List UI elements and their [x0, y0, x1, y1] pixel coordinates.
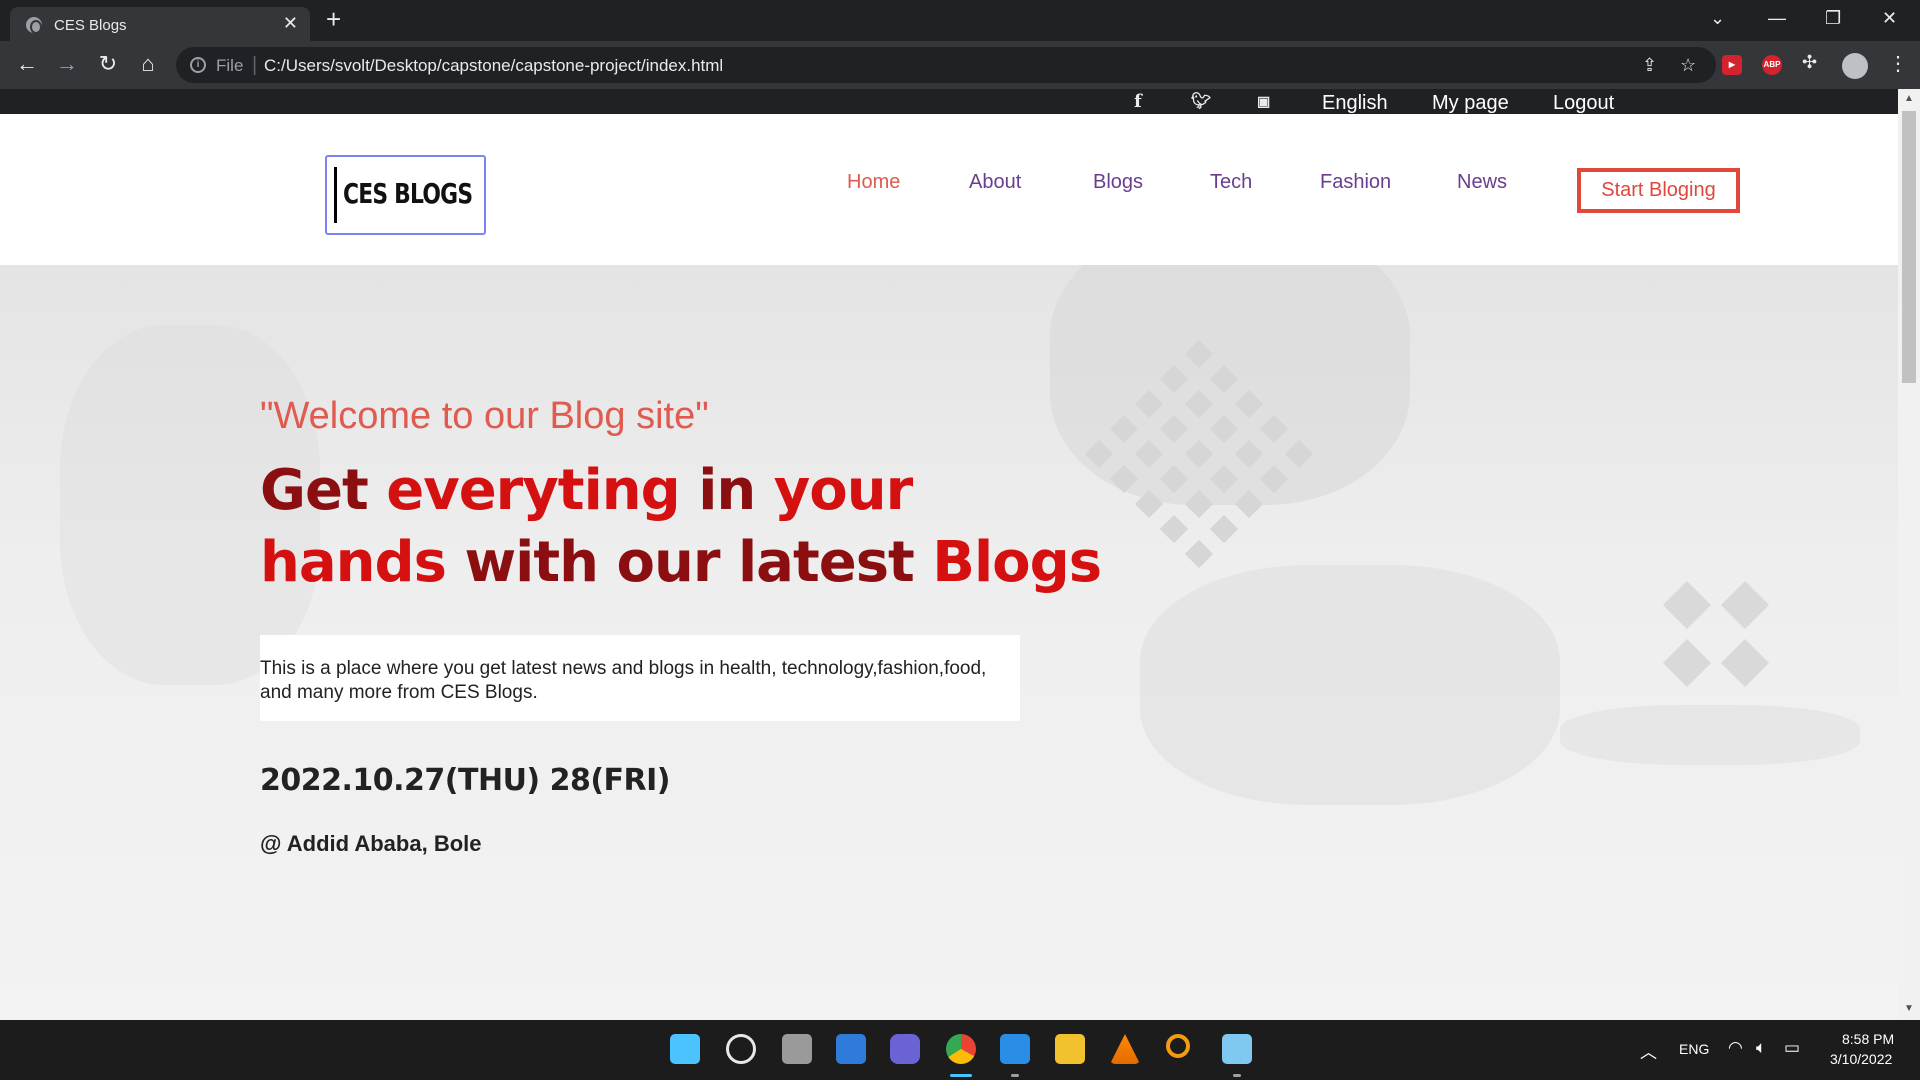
volume-icon[interactable]: 🔈︎ [1756, 1038, 1766, 1058]
close-window-icon[interactable]: ✕ [1882, 8, 1897, 29]
tab-search-icon[interactable]: ⌄ [1710, 8, 1725, 29]
wifi-icon[interactable]: ◠ [1728, 1038, 1743, 1058]
restore-icon[interactable]: ❐ [1825, 8, 1841, 29]
headline-word: in [679, 458, 774, 523]
pattern-square [1720, 580, 1770, 630]
pattern-square [1662, 580, 1712, 630]
site-header: CES BLOGS Home About Blogs Tech Fashion … [0, 114, 1898, 265]
reload-icon[interactable]: ↻ [94, 51, 122, 77]
file-explorer-icon[interactable] [1055, 1034, 1085, 1064]
adblock-plus-icon[interactable]: ABP [1762, 55, 1782, 75]
scroll-up-icon[interactable]: ▲ [1904, 93, 1914, 104]
battery-icon[interactable]: ▭ [1784, 1038, 1800, 1058]
chrome-icon[interactable] [946, 1034, 976, 1064]
twitter-icon[interactable]: 🐦︎ [1191, 91, 1211, 111]
extension-red-icon[interactable]: ▶ [1722, 55, 1742, 75]
nav-fashion[interactable]: Fashion [1320, 171, 1391, 194]
headline-word: your [773, 458, 913, 523]
page-scrollbar[interactable]: ▲ ▼ [1898, 89, 1920, 1020]
tray-language[interactable]: ENG [1679, 1041, 1709, 1057]
start-blogging-button[interactable]: Start Bloging [1577, 168, 1740, 213]
logout-link[interactable]: Logout [1553, 92, 1614, 115]
teams-chat-icon[interactable] [890, 1034, 920, 1064]
hero-description: This is a place where you get latest new… [260, 658, 987, 703]
vscode-icon[interactable] [1000, 1034, 1030, 1064]
tray-time[interactable]: 8:58 PM [1842, 1031, 1894, 1047]
headline-word: with our latest [445, 530, 933, 595]
extensions-puzzle-icon[interactable]: ✣ [1802, 52, 1817, 73]
browser-tab[interactable]: CES Blogs ✕ [10, 7, 310, 41]
nav-tech[interactable]: Tech [1210, 171, 1252, 194]
hero-section: "Welcome to our Blog site" Get everyting… [0, 265, 1898, 1020]
menu-kebab-icon[interactable]: ⋮ [1888, 51, 1908, 76]
tray-date[interactable]: 3/10/2022 [1830, 1051, 1892, 1067]
pattern-dot [1209, 514, 1239, 544]
browser-tab-bar: CES Blogs ✕ + ⌄ — ❐ ✕ [0, 0, 1920, 41]
new-tab-button[interactable]: + [326, 6, 341, 32]
scroll-thumb[interactable] [1902, 111, 1916, 383]
welcome-text: "Welcome to our Blog site" [260, 395, 709, 437]
nav-home[interactable]: Home [847, 171, 900, 194]
url-scheme: File [216, 56, 244, 75]
nav-about[interactable]: About [969, 171, 1021, 194]
pattern-square [1662, 638, 1712, 688]
headline-word: Get [260, 458, 387, 523]
chrome-active-indicator [950, 1074, 972, 1077]
minimize-icon[interactable]: — [1768, 8, 1786, 29]
page-viewport: f 🐦︎ ▣ English My page Logout CES BLOGS … [0, 89, 1898, 1020]
url-text[interactable]: C:/Users/svolt/Desktop/capstone/capstone… [264, 56, 723, 76]
notepad-icon[interactable] [1222, 1034, 1252, 1064]
language-link[interactable]: English [1322, 92, 1388, 115]
description-box: This is a place where you get latest new… [260, 635, 1020, 721]
pattern-dot [1159, 514, 1189, 544]
nav-news[interactable]: News [1457, 171, 1507, 194]
vscode-indicator [1011, 1074, 1019, 1077]
notepad-indicator [1233, 1074, 1241, 1077]
search-tool-icon[interactable] [1166, 1034, 1190, 1058]
headline-word: hands [260, 530, 447, 595]
forward-icon[interactable]: → [53, 51, 81, 77]
home-icon[interactable]: ⌂ [134, 51, 162, 77]
nav-blogs[interactable]: Blogs [1093, 171, 1143, 194]
headline-word: Blogs [932, 530, 1102, 595]
headline-line-2: hands with our latest Blogs [260, 527, 1102, 599]
back-icon[interactable]: ← [13, 51, 41, 77]
address-bar[interactable]: i File | C:/Users/svolt/Desktop/capstone… [176, 47, 1716, 83]
event-date: 2022.10.27(THU) 28(FRI) [260, 763, 671, 798]
task-view-icon[interactable] [782, 1034, 812, 1064]
facebook-icon[interactable]: f [1134, 91, 1142, 112]
vlc-icon[interactable] [1110, 1034, 1140, 1064]
site-logo[interactable]: CES BLOGS [325, 155, 486, 235]
profile-avatar[interactable] [1842, 53, 1868, 79]
globe-icon [26, 17, 42, 34]
tab-close-button[interactable]: ✕ [283, 13, 298, 34]
top-strip: f 🐦︎ ▣ English My page Logout [0, 89, 1898, 114]
search-icon[interactable] [726, 1034, 756, 1064]
bookmark-star-icon[interactable]: ☆ [1680, 55, 1696, 76]
my-page-link[interactable]: My page [1432, 92, 1509, 115]
info-icon[interactable]: i [190, 57, 206, 73]
logo-text: CES BLOGS [343, 177, 473, 210]
hero-headline: Get everyting in your hands with our lat… [260, 455, 1102, 599]
pattern-dot [1184, 539, 1214, 569]
browser-toolbar: ← → ↻ ⌂ i File | C:/Users/svolt/Desktop/… [0, 41, 1920, 89]
url-separator: | [252, 54, 258, 76]
tab-title: CES Blogs [54, 17, 127, 34]
start-icon[interactable] [670, 1034, 700, 1064]
hero-bg-shape [1560, 705, 1860, 765]
widgets-icon[interactable] [836, 1034, 866, 1064]
headline-word: everyting [386, 458, 681, 523]
hero-bg-shape [1140, 565, 1560, 805]
pattern-square [1720, 638, 1770, 688]
logo-bar [334, 167, 337, 223]
windows-taskbar: ︿ ENG ◠ 🔈︎ ▭ 8:58 PM 3/10/2022 [0, 1020, 1920, 1080]
share-icon[interactable]: ⇪ [1642, 55, 1657, 76]
headline-line-1: Get everyting in your [260, 455, 1101, 527]
tray-overflow-icon[interactable]: ︿ [1640, 1038, 1657, 1063]
event-location: @ Addid Ababa, Bole [260, 831, 482, 856]
scroll-down-icon[interactable]: ▼ [1904, 1003, 1914, 1014]
youtube-icon[interactable]: ▣ [1257, 93, 1270, 110]
